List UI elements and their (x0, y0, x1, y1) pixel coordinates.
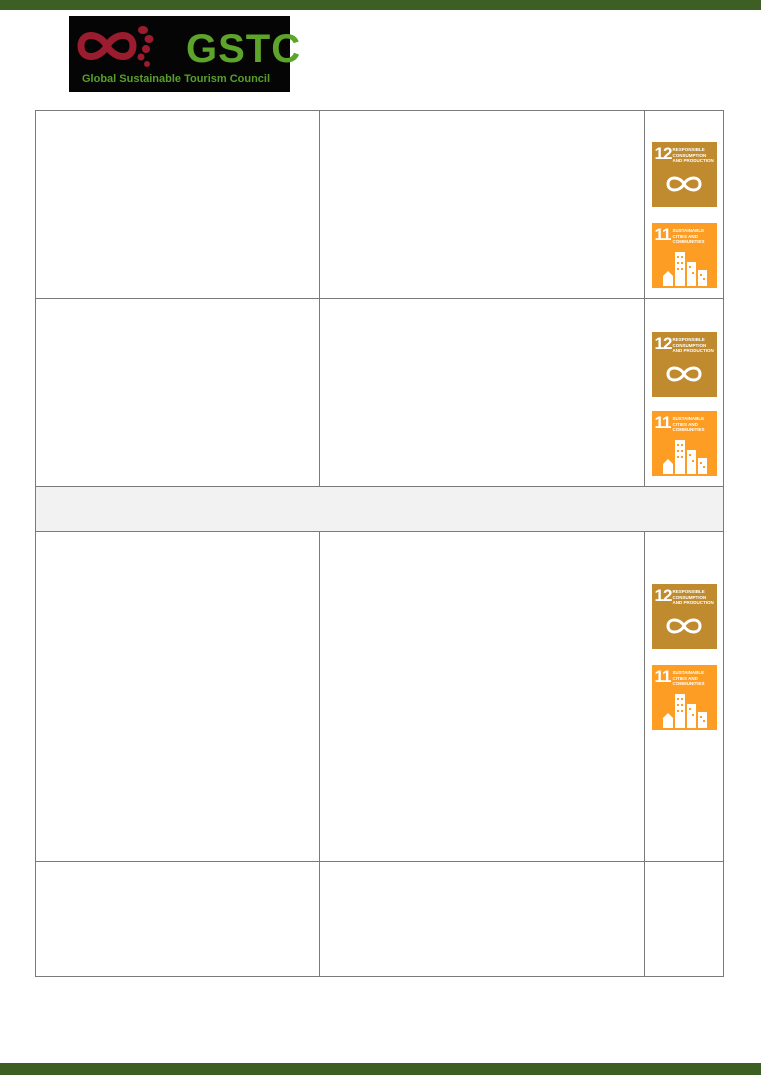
table-row (35, 861, 724, 977)
sdg-12-badge: 12 RESPONSIBLE CONSUMPTION AND PRODUCTIO… (651, 142, 717, 207)
criteria-table: 12 RESPONSIBLE CONSUMPTION AND PRODUCTIO… (35, 110, 724, 977)
sdg-12-badge: 12 RESPONSIBLE CONSUMPTION AND PRODUCTIO… (651, 584, 717, 649)
sdg-11-title: SUSTAINABLE CITIES AND COMMUNITIES (672, 416, 705, 432)
sdg-12-title: RESPONSIBLE CONSUMPTION AND PRODUCTION (672, 589, 714, 605)
infinity-loop-icon (665, 618, 702, 634)
gstc-logo: GSTC Global Sustainable Tourism Council (69, 16, 300, 92)
sdg-cell: 12 RESPONSIBLE CONSUMPTION AND PRODUCTIO… (644, 531, 724, 862)
city-buildings-icon (662, 694, 707, 728)
section-header-cell (35, 486, 724, 532)
top-green-bar (0, 0, 761, 10)
logo-wordmark: GSTC (186, 27, 302, 71)
sdg-cell: 12 RESPONSIBLE CONSUMPTION AND PRODUCTIO… (644, 110, 724, 299)
sdg-11-number: 11 (654, 413, 672, 432)
sdg-12-title: RESPONSIBLE CONSUMPTION AND PRODUCTION (672, 337, 714, 353)
indicator-cell (319, 531, 645, 862)
infinity-loop-icon (665, 366, 702, 382)
bottom-green-bar (0, 1063, 761, 1075)
city-buildings-icon (662, 252, 707, 286)
sdg-11-badge: 11 SUSTAINABLE CITIES AND COMMUNITIES (651, 223, 717, 288)
sdg-cell: 12 RESPONSIBLE CONSUMPTION AND PRODUCTIO… (644, 298, 724, 487)
sdg-11-number: 11 (654, 667, 672, 686)
sdg-11-number: 11 (654, 225, 672, 244)
section-header-row (35, 486, 724, 532)
sdg-11-badge: 11 SUSTAINABLE CITIES AND COMMUNITIES (651, 411, 717, 476)
sdg-12-number: 12 (654, 144, 673, 163)
sdg-11-title: SUSTAINABLE CITIES AND COMMUNITIES (672, 670, 705, 686)
city-buildings-icon (662, 440, 707, 474)
sdg-12-number: 12 (654, 334, 673, 353)
sdg-11-title: SUSTAINABLE CITIES AND COMMUNITIES (672, 228, 705, 244)
criterion-cell (35, 110, 320, 299)
sdg-12-badge: 12 RESPONSIBLE CONSUMPTION AND PRODUCTIO… (651, 332, 717, 397)
criterion-cell (35, 861, 320, 977)
indicator-cell (319, 110, 645, 299)
gstc-infinity-footprints-icon (77, 26, 154, 67)
indicator-cell (319, 298, 645, 487)
criterion-cell (35, 531, 320, 862)
table-row: 12 RESPONSIBLE CONSUMPTION AND PRODUCTIO… (35, 531, 724, 862)
sdg-11-badge: 11 SUSTAINABLE CITIES AND COMMUNITIES (651, 665, 717, 730)
indicator-cell (319, 861, 645, 977)
sdg-cell (644, 861, 724, 977)
table-row: 12 RESPONSIBLE CONSUMPTION AND PRODUCTIO… (35, 298, 724, 487)
logo-tagline: Global Sustainable Tourism Council (82, 73, 271, 85)
table-row: 12 RESPONSIBLE CONSUMPTION AND PRODUCTIO… (35, 110, 724, 299)
sdg-12-title: RESPONSIBLE CONSUMPTION AND PRODUCTION (672, 147, 714, 163)
sdg-12-number: 12 (654, 586, 673, 605)
infinity-loop-icon (665, 176, 702, 192)
criterion-cell (35, 298, 320, 487)
